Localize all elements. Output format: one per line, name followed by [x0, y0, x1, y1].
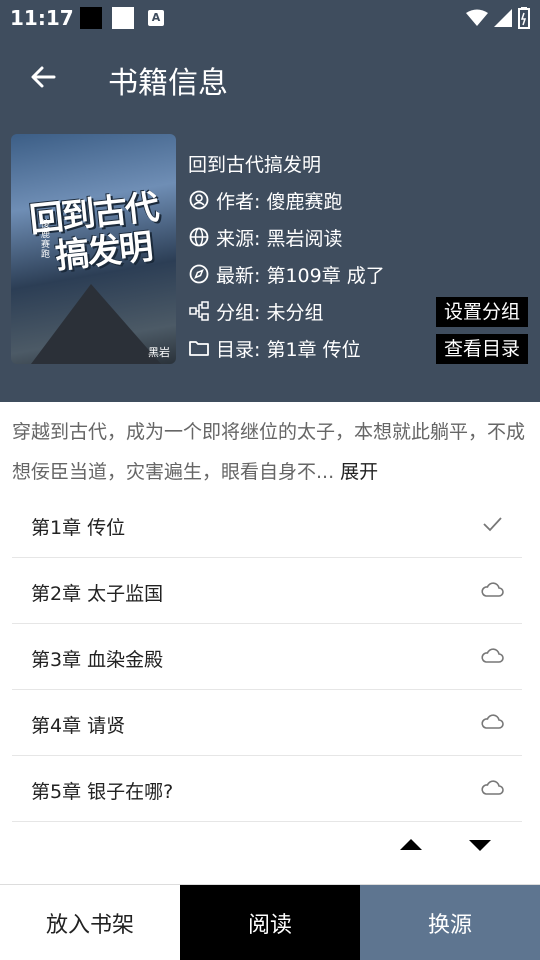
latest-row: 最新: 第109章 成了	[188, 259, 385, 289]
chapter-item[interactable]: 第1章 传位	[12, 492, 522, 558]
battery-icon	[518, 7, 530, 29]
chapter-name: 第2章 太子监国	[31, 583, 164, 605]
system-icons	[466, 7, 530, 29]
group-row: 分组: 未分组	[188, 296, 323, 326]
globe-icon	[189, 227, 209, 247]
compass-icon	[189, 264, 209, 284]
group-text: 分组: 未分组	[216, 301, 324, 324]
back-arrow-icon[interactable]	[26, 60, 60, 94]
check-icon	[483, 517, 502, 532]
chapter-name: 第3章 血染金殿	[31, 649, 164, 671]
status-time: 11:17	[10, 6, 74, 30]
author-row: 作者: 傻鹿赛跑	[188, 185, 342, 215]
book-intro[interactable]: 穿越到古代，成为一个即将继位的太子，本想就此躺平，不成想佞臣当道，灾害遍生，眼看…	[12, 412, 528, 492]
expand-link[interactable]: 展开	[340, 461, 378, 483]
change-source-button[interactable]: 换源	[360, 885, 540, 960]
book-header: 11:17 A 书籍信息 回到古代 傻鹿赛跑 搞发明 黑岩 回到古代搞发明 作者…	[0, 0, 540, 402]
toc-row: 目录: 第1章 传位	[188, 333, 361, 363]
chapter-item[interactable]: 第5章 银子在哪?	[12, 756, 522, 822]
book-name-row: 回到古代搞发明	[188, 148, 321, 178]
set-group-button[interactable]: 设置分组	[435, 297, 528, 327]
latest-text: 最新: 第109章 成了	[216, 264, 385, 287]
author-text: 作者: 傻鹿赛跑	[216, 190, 343, 213]
wifi-icon	[466, 9, 488, 26]
view-toc-button[interactable]: 查看目录	[435, 334, 528, 364]
add-to-shelf-button[interactable]: 放入书架	[0, 885, 180, 960]
chapter-list: 第1章 传位 第2章 太子监国 第3章 血染金殿 第4章 请贤 第5章 银子在哪…	[12, 492, 522, 822]
chapter-name: 第5章 银子在哪?	[31, 781, 174, 803]
folder-icon	[189, 341, 209, 356]
chapter-name: 第4章 请贤	[31, 715, 126, 737]
chapter-item[interactable]: 第2章 太子监国	[12, 558, 522, 624]
top-bar: 书籍信息	[0, 46, 540, 110]
intro-text: 穿越到古代，成为一个即将继位的太子，本想就此躺平，不成想佞臣当道，灾害遍生，眼看…	[12, 421, 526, 483]
cover-brand: 黑岩	[148, 346, 170, 359]
toc-text: 目录: 第1章 传位	[216, 338, 361, 361]
cloud-icon	[481, 648, 504, 663]
scroll-down-icon[interactable]	[469, 840, 491, 851]
chapter-name: 第1章 传位	[31, 517, 126, 539]
cloud-icon	[481, 714, 504, 729]
notification-icon	[80, 7, 102, 29]
font-badge-icon: A	[148, 10, 164, 26]
notification-icon	[112, 7, 134, 29]
read-button[interactable]: 阅读	[180, 885, 360, 960]
cover-art	[31, 284, 161, 364]
signal-icon	[494, 9, 512, 27]
page-title: 书籍信息	[108, 66, 228, 101]
source-text: 来源: 黑岩阅读	[216, 227, 343, 250]
book-name: 回到古代搞发明	[188, 153, 322, 176]
chapter-item[interactable]: 第3章 血染金殿	[12, 624, 522, 690]
source-row: 来源: 黑岩阅读	[188, 222, 342, 252]
bottom-bar: 放入书架 阅读 换源	[0, 884, 540, 960]
cloud-icon	[481, 582, 504, 597]
status-bar: 11:17 A	[0, 0, 540, 36]
cover-author: 傻鹿赛跑	[41, 220, 51, 260]
chapter-item[interactable]: 第4章 请贤	[12, 690, 522, 756]
group-icon	[189, 301, 209, 321]
user-icon	[189, 190, 209, 210]
book-cover[interactable]: 回到古代 傻鹿赛跑 搞发明 黑岩	[11, 134, 176, 364]
cover-title-line2: 搞发明	[53, 227, 154, 277]
cloud-icon	[481, 780, 504, 795]
scroll-up-icon[interactable]	[400, 839, 422, 850]
